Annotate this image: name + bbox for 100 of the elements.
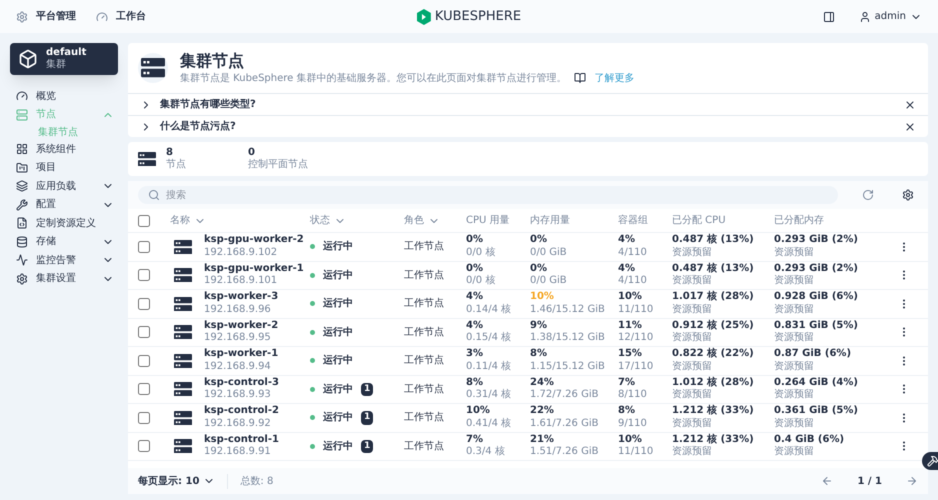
user-menu[interactable]: admin xyxy=(858,9,922,24)
cell-detail: 0/0 核 xyxy=(466,275,496,288)
node-ip: 192.168.9.96 xyxy=(204,304,272,316)
node-ip: 192.168.9.94 xyxy=(204,360,272,374)
cell-value: 11% xyxy=(618,320,643,332)
cell-value: 7% xyxy=(466,434,484,446)
role-text: 工作节点 xyxy=(404,326,445,340)
cell-detail: 0/0 核 xyxy=(466,246,496,260)
node-name-link[interactable]: ksp-worker-2 xyxy=(204,320,278,332)
cell-value: 0.928 GiB (6%) xyxy=(774,291,859,304)
cell-value: 0.293 GiB (2%) xyxy=(774,234,859,247)
role-text: 工作节点 xyxy=(404,268,445,283)
column-header[interactable]: 已分配内存 xyxy=(774,213,880,228)
cell-value: 10% xyxy=(466,405,491,418)
stat-value: 8 xyxy=(166,146,174,158)
column-header[interactable]: 已分配 CPU xyxy=(672,213,774,228)
cell-detail: 资源预留 xyxy=(672,246,713,260)
cell-value: 8% xyxy=(530,348,548,361)
cell-value: 8% xyxy=(466,376,484,390)
cell-detail: 0.41/4 核 xyxy=(466,418,512,430)
column-header[interactable]: 容器组 xyxy=(618,213,672,228)
row-checkbox[interactable] xyxy=(138,440,150,452)
node-name-link[interactable]: ksp-control-2 xyxy=(204,405,279,418)
node-ip: 192.168.9.92 xyxy=(204,418,272,430)
cell-detail: 17/110 xyxy=(618,360,654,374)
cell-value: 0.822 核 (22%) xyxy=(672,348,755,361)
status-text: 运行中 xyxy=(323,268,353,283)
page-size-select[interactable]: 每页显示: 10 xyxy=(138,474,216,488)
close-icon[interactable] xyxy=(904,98,916,110)
server-icon xyxy=(174,410,192,425)
faq-item[interactable]: 集群节点有哪些类型? xyxy=(128,93,928,115)
cell-value: 4% xyxy=(618,234,636,247)
row-checkbox[interactable] xyxy=(138,412,150,424)
sidebar-item[interactable]: 系统组件 xyxy=(10,140,118,158)
select-all-checkbox[interactable] xyxy=(138,214,150,226)
cell-value: 0.831 GiB (5%) xyxy=(774,320,859,332)
cell-value: 0% xyxy=(466,262,484,276)
nav-link[interactable]: 工作台 xyxy=(96,9,146,24)
node-name-link[interactable]: ksp-gpu-worker-1 xyxy=(204,262,304,276)
cell-detail: 4/110 xyxy=(618,275,648,288)
cell-value: 0% xyxy=(466,234,484,247)
sidebar-item[interactable]: 配置 xyxy=(10,196,118,214)
nav-link[interactable]: 平台管理 xyxy=(16,9,76,24)
column-header[interactable]: 名称 xyxy=(162,213,310,228)
cell-value: 0% xyxy=(530,234,548,247)
cell-value: 0.487 核 (13%) xyxy=(672,234,755,247)
sidebar-item[interactable]: 项目 xyxy=(10,158,118,177)
sidebar-item[interactable]: 监控告警 xyxy=(10,251,118,270)
row-checkbox[interactable] xyxy=(138,269,150,282)
node-name-link[interactable]: ksp-gpu-worker-2 xyxy=(204,234,304,247)
node-name-link[interactable]: ksp-control-3 xyxy=(204,376,279,390)
settings-icon[interactable] xyxy=(902,189,914,201)
faq-item[interactable]: 什么是节点污点? xyxy=(128,115,928,137)
sidebar-item[interactable]: 应用负载 xyxy=(10,177,118,196)
gear-icon xyxy=(16,10,28,22)
cell-detail: 资源预留 xyxy=(774,275,815,288)
next-page-icon[interactable] xyxy=(906,475,918,487)
grid-icon xyxy=(16,143,28,156)
cell-detail: 资源预留 xyxy=(672,389,713,402)
sidebar-item[interactable]: 存储 xyxy=(10,232,118,251)
previous-page-icon[interactable] xyxy=(821,475,834,487)
cell-value: 4% xyxy=(466,291,484,304)
node-name-link[interactable]: ksp-worker-1 xyxy=(204,348,278,361)
sidebar-item[interactable]: 集群设置 xyxy=(10,270,118,288)
cluster-icon xyxy=(18,49,38,69)
cell-detail: 资源预留 xyxy=(774,446,815,459)
cell-value: 0.361 GiB (5%) xyxy=(774,405,859,418)
node-ip: 192.168.9.95 xyxy=(204,332,272,345)
cell-detail: 0/0 GiB xyxy=(530,246,568,260)
column-header[interactable]: 角色 xyxy=(404,213,466,228)
cell-value: 0% xyxy=(530,262,548,276)
node-name-link[interactable]: ksp-worker-3 xyxy=(204,291,278,304)
close-icon[interactable] xyxy=(904,120,916,132)
cluster-card[interactable]: default 集群 xyxy=(10,43,118,75)
sidebar-item[interactable]: 概览 xyxy=(10,87,118,106)
cell-detail: 0.15/4 核 xyxy=(466,332,512,345)
cell-detail: 资源预留 xyxy=(672,418,713,430)
column-header[interactable]: 状态 xyxy=(310,213,404,228)
row-checkbox[interactable] xyxy=(138,240,150,253)
server-icon xyxy=(174,325,192,340)
cell-value: 15% xyxy=(618,348,643,361)
column-header[interactable]: CPU 用量 xyxy=(466,213,530,228)
cell-detail: 0/0 GiB xyxy=(530,275,568,288)
cell-detail: 资源预留 xyxy=(672,446,713,459)
row-checkbox[interactable] xyxy=(138,383,150,396)
column-header[interactable]: 内存用量 xyxy=(530,213,618,228)
panel-icon[interactable] xyxy=(822,10,835,22)
node-ip: 192.168.9.101 xyxy=(204,275,278,288)
role-text: 工作节点 xyxy=(404,410,445,426)
row-checkbox[interactable] xyxy=(138,298,150,310)
sidebar-item[interactable]: 定制资源定义 xyxy=(10,214,118,232)
refresh-icon[interactable] xyxy=(862,189,874,201)
search-field[interactable]: 搜索 xyxy=(138,186,838,204)
cell-value: 10% xyxy=(618,291,643,304)
row-checkbox[interactable] xyxy=(138,354,150,367)
cell-value: 4% xyxy=(466,320,484,332)
cell-value: 9% xyxy=(530,320,548,332)
node-name-link[interactable]: ksp-control-1 xyxy=(204,434,279,446)
row-checkbox[interactable] xyxy=(138,326,150,338)
logo-text: KUBESPHERE xyxy=(434,8,522,26)
